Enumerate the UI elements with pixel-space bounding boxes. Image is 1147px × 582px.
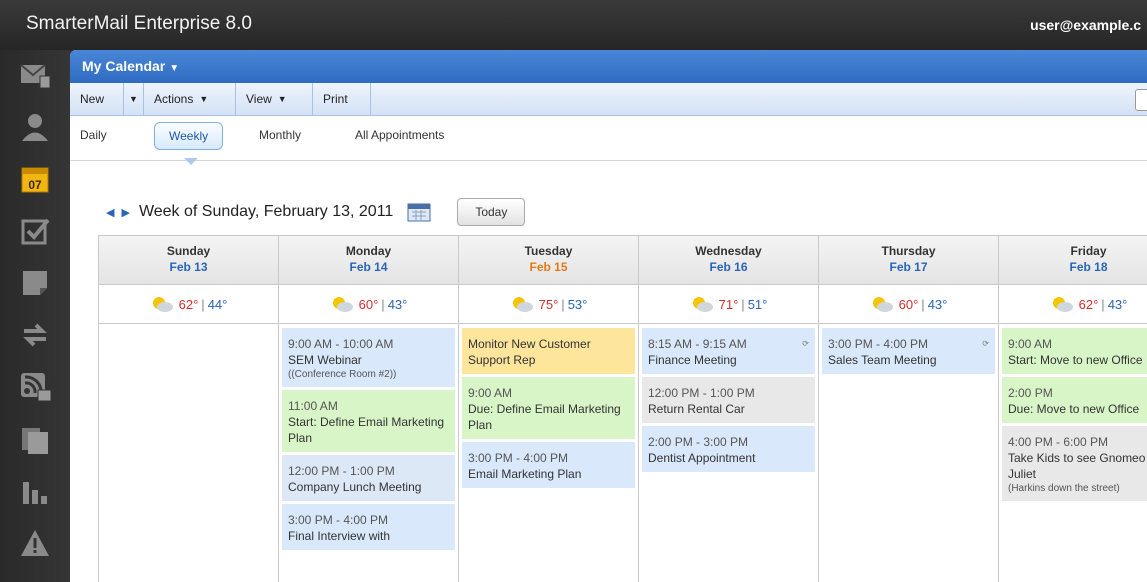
weather-forecast: 62° | 44° bbox=[99, 285, 278, 324]
appointment[interactable]: 12:00 PM - 1:00 PM Company Lunch Meeting bbox=[282, 455, 455, 501]
day-header[interactable]: Tuesday Feb 15 bbox=[459, 235, 638, 285]
active-tab-pointer bbox=[184, 158, 198, 165]
print-button[interactable]: Print bbox=[313, 83, 371, 115]
view-tabs: Daily Weekly Monthly All Appointments bbox=[70, 116, 1147, 161]
weather-forecast: 71° | 51° bbox=[639, 285, 818, 324]
chevron-down-icon: ▼ bbox=[199, 94, 209, 104]
appointment[interactable]: 4:00 PM - 6:00 PM Take Kids to see Gnomeo… bbox=[1002, 426, 1147, 501]
title-bar: SmarterMail Enterprise 8.0 user@example.… bbox=[0, 0, 1147, 50]
weather-forecast: 60° | 43° bbox=[819, 285, 998, 324]
week-title: Week of Sunday, February 13, 2011 bbox=[138, 203, 394, 220]
appointment[interactable]: ⟳ 8:15 AM - 9:15 AM Finance Meeting bbox=[642, 328, 815, 374]
appointment[interactable]: 3:00 PM - 4:00 PM Email Marketing Plan bbox=[462, 442, 635, 488]
day-header[interactable]: Friday Feb 18 bbox=[999, 235, 1147, 285]
day-header[interactable]: Sunday Feb 13 bbox=[99, 235, 278, 285]
chevron-down-icon: ▼ bbox=[169, 63, 180, 74]
day-column-tuesday: Tuesday Feb 15 75° | 53° Monitor New Custom… bbox=[458, 235, 638, 582]
day-column-monday: Monday Feb 14 60° | 43° 9:00 AM - 10:00 AM S… bbox=[278, 235, 458, 582]
partly-cloudy-icon bbox=[872, 297, 893, 312]
week-grid: Sunday Feb 13 62° | 44° Monday Feb 14 60° | 43… bbox=[98, 235, 1147, 582]
date-picker-icon[interactable] bbox=[407, 202, 431, 222]
partly-cloudy-icon bbox=[1052, 297, 1073, 312]
next-week-icon[interactable]: ▶ bbox=[121, 206, 129, 219]
week-navigation: ◀ ▶ Week of Sunday, February 13, 2011 To… bbox=[106, 198, 526, 226]
app-title: SmarterMail Enterprise 8.0 bbox=[26, 13, 252, 34]
user-email[interactable]: user@example.c bbox=[1030, 17, 1141, 33]
main-panel: My Calendar ▼ New ▼ Actions ▼ View ▼ Print … bbox=[70, 50, 1147, 582]
recurring-icon: ⟳ bbox=[982, 339, 989, 348]
partly-cloudy-icon bbox=[332, 297, 353, 312]
day-header[interactable]: Monday Feb 14 bbox=[279, 235, 458, 285]
day-column-friday: Friday Feb 18 62° | 43° 9:00 AM Start: Move … bbox=[998, 235, 1147, 582]
toolbar: New ▼ Actions ▼ View ▼ Print bbox=[70, 83, 1147, 116]
new-button[interactable]: New bbox=[70, 83, 124, 115]
files-icon[interactable] bbox=[18, 422, 52, 456]
sync-icon[interactable] bbox=[18, 318, 52, 352]
calendar-header: My Calendar ▼ bbox=[70, 50, 1147, 83]
weather-forecast: 75° | 53° bbox=[459, 285, 638, 324]
svg-text:07: 07 bbox=[28, 178, 42, 192]
appointment[interactable]: 3:00 PM - 4:00 PM Final Interview with bbox=[282, 504, 455, 550]
mail-icon[interactable] bbox=[18, 58, 52, 92]
weather-forecast: 62° | 43° bbox=[999, 285, 1147, 324]
notes-icon[interactable] bbox=[18, 266, 52, 300]
search-icon[interactable] bbox=[1135, 89, 1147, 111]
tab-monthly[interactable]: Monthly bbox=[259, 128, 301, 142]
recurring-icon: ⟳ bbox=[802, 339, 809, 348]
all-day-event[interactable]: Monitor New Customer Support Rep bbox=[462, 328, 635, 374]
day-column-wednesday: Wednesday Feb 16 71° | 51° ⟳ 8:15 AM - 9:15 … bbox=[638, 235, 818, 582]
tab-weekly[interactable]: Weekly bbox=[154, 122, 224, 150]
chevron-down-icon: ▼ bbox=[277, 94, 287, 104]
day-header[interactable]: Thursday Feb 17 bbox=[819, 235, 998, 285]
calendar-icon[interactable]: 07 bbox=[18, 162, 52, 196]
tab-daily[interactable]: Daily bbox=[80, 128, 107, 142]
alert-icon[interactable] bbox=[18, 526, 52, 560]
day-header[interactable]: Wednesday Feb 16 bbox=[639, 235, 818, 285]
calendar-title-dropdown[interactable]: My Calendar ▼ bbox=[82, 58, 179, 74]
task-due[interactable]: 9:00 AM Due: Define Email Marketing Plan bbox=[462, 377, 635, 439]
view-button[interactable]: View ▼ bbox=[236, 83, 313, 115]
task-due[interactable]: 2:00 PM Due: Move to new Office bbox=[1002, 377, 1147, 423]
partly-cloudy-icon bbox=[512, 297, 533, 312]
task-start[interactable]: 11:00 AM Start: Define Email Marketing Pl… bbox=[282, 390, 455, 452]
partly-cloudy-icon bbox=[692, 297, 713, 312]
day-column-sunday: Sunday Feb 13 62° | 44° bbox=[98, 235, 278, 582]
tab-all-appointments[interactable]: All Appointments bbox=[355, 128, 444, 142]
appointment[interactable]: ⟳ 3:00 PM - 4:00 PM Sales Team Meeting bbox=[822, 328, 995, 374]
contacts-icon[interactable] bbox=[18, 110, 52, 144]
appointment[interactable]: 12:00 PM - 1:00 PM Return Rental Car bbox=[642, 377, 815, 423]
actions-button[interactable]: Actions ▼ bbox=[144, 83, 236, 115]
app-sidebar: 07 bbox=[0, 50, 70, 582]
day-column-thursday: Thursday Feb 17 60° | 43° ⟳ 3:00 PM - 4:00 P… bbox=[818, 235, 998, 582]
weather-forecast: 60° | 43° bbox=[279, 285, 458, 324]
new-dropdown-button[interactable]: ▼ bbox=[124, 83, 144, 115]
previous-week-icon[interactable]: ◀ bbox=[106, 206, 114, 219]
rss-icon[interactable] bbox=[18, 370, 52, 404]
tasks-icon[interactable] bbox=[18, 214, 52, 248]
task-start[interactable]: 9:00 AM Start: Move to new Office bbox=[1002, 328, 1147, 374]
appointment[interactable]: 9:00 AM - 10:00 AM SEM Webinar ((Conferenc… bbox=[282, 328, 455, 387]
appointment[interactable]: 2:00 PM - 3:00 PM Dentist Appointment bbox=[642, 426, 815, 472]
today-button[interactable]: Today bbox=[457, 198, 526, 226]
reports-icon[interactable] bbox=[18, 474, 52, 508]
partly-cloudy-icon bbox=[152, 297, 173, 312]
chevron-down-icon: ▼ bbox=[129, 94, 138, 104]
